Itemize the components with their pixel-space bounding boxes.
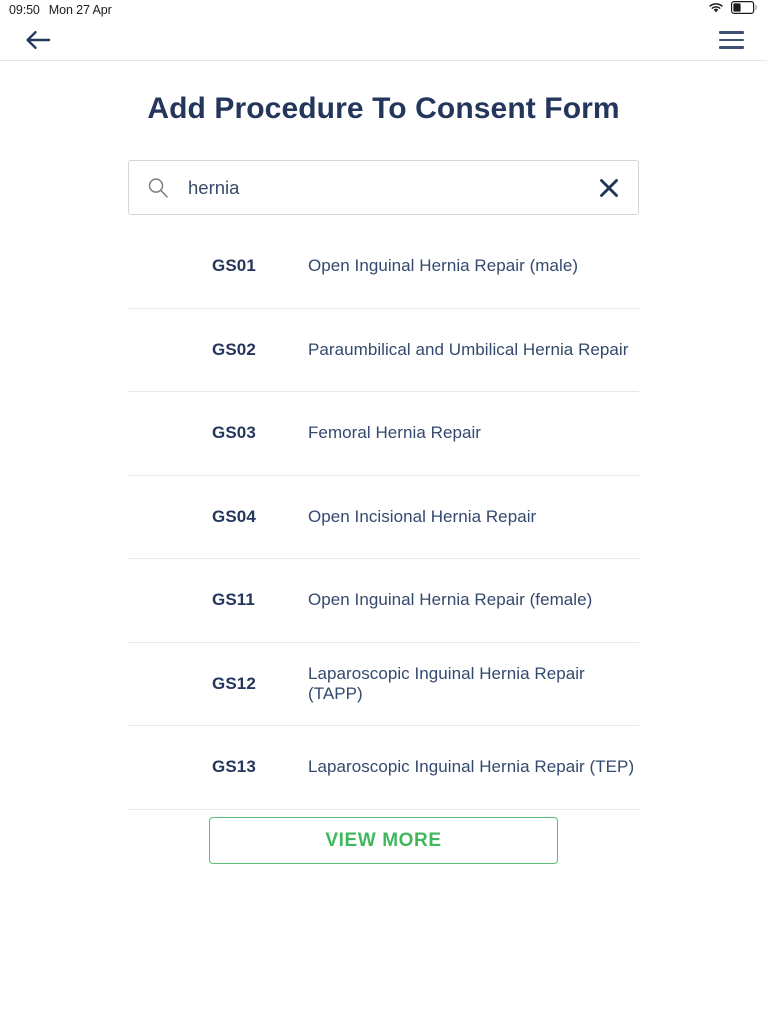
status-time: 09:50 [9,3,40,17]
procedure-code: GS03 [212,423,256,443]
navigation-bar [0,20,767,61]
page-title: Add Procedure To Consent Form [147,92,620,125]
app-screen: 09:50 Mon 27 Apr Add Procedure To Consen… [0,0,767,1024]
procedure-code: GS11 [212,590,255,610]
view-more-container: VIEW MORE [209,817,558,864]
procedure-code: GS12 [212,673,256,693]
procedure-name: Open Incisional Hernia Repair [308,506,537,526]
hamburger-line [718,31,744,34]
back-arrow-icon[interactable] [21,24,55,56]
procedure-code: GS02 [212,339,256,359]
table-row[interactable]: GS01 Open Inguinal Hernia Repair (male) [128,225,639,309]
table-row[interactable]: GS03 Femoral Hernia Repair [128,392,639,476]
hamburger-line [718,38,744,42]
status-bar: 09:50 Mon 27 Apr [0,0,767,20]
hamburger-line [718,46,744,49]
hamburger-menu-icon[interactable] [715,25,747,55]
procedure-code: GS13 [212,757,256,777]
procedure-code: GS01 [212,256,256,276]
status-date: Mon 27 Apr [48,3,112,17]
wifi-icon [708,1,724,19]
procedure-name: Open Inguinal Hernia Repair (female) [308,590,593,610]
search-icon[interactable] [145,175,171,201]
procedure-code: GS04 [212,506,256,526]
procedure-name: Laparoscopic Inguinal Hernia Repair (TEP… [308,757,635,777]
table-row[interactable]: GS11 Open Inguinal Hernia Repair (female… [128,559,639,643]
table-row[interactable]: GS12 Laparoscopic Inguinal Hernia Repair… [128,643,639,726]
search-input[interactable] [188,176,589,199]
procedure-name: Paraumbilical and Umbilical Hernia Repai… [308,339,629,359]
close-icon[interactable] [589,168,629,208]
view-more-button[interactable]: VIEW MORE [209,817,558,864]
search-bar [128,160,639,215]
procedure-name: Open Inguinal Hernia Repair (male) [308,256,579,276]
battery-icon [731,1,757,19]
table-row[interactable]: GS13 Laparoscopic Inguinal Hernia Repair… [128,726,639,810]
table-row[interactable]: GS04 Open Incisional Hernia Repair [128,476,639,559]
table-row[interactable]: GS02 Paraumbilical and Umbilical Hernia … [128,309,639,392]
procedure-name: Femoral Hernia Repair [308,423,482,443]
status-bar-right [708,1,757,19]
status-bar-left: 09:50 Mon 27 Apr [9,3,112,17]
procedure-name: Laparoscopic Inguinal Hernia Repair (TAP… [308,663,585,703]
procedure-results-list: GS01 Open Inguinal Hernia Repair (male) … [128,225,639,810]
